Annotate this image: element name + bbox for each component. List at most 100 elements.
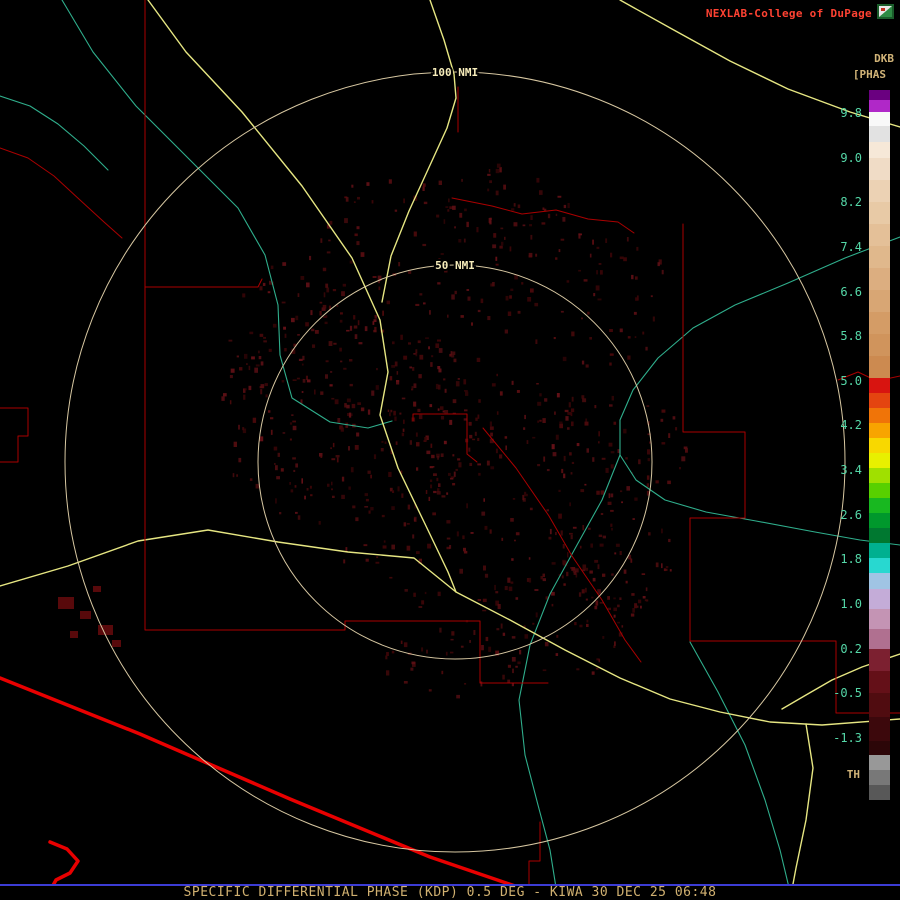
radar-echo [437,491,441,494]
radar-echo [407,546,411,551]
radar-echo [481,645,484,650]
colorbar-band [869,202,890,224]
radar-echo [490,218,492,220]
radar-echo [251,356,255,359]
radar-echo [505,586,508,590]
radar-echo [518,205,521,209]
radar-echo [613,598,616,600]
radar-echo [477,438,479,441]
radar-echo [601,513,603,515]
radar-echo [355,517,358,521]
radar-echo [577,443,580,446]
radar-echo [514,540,516,542]
radar-echo [404,681,408,684]
colorbar-band [869,609,890,629]
range-ring-label-100nmi: 100 NMI [432,66,478,79]
colorbar-tick: 0.2 [816,642,862,656]
radar-echo [339,348,342,352]
radar-echo [452,454,454,456]
radar-echo [599,263,602,265]
radar-echo [477,358,481,362]
radar-echo [325,322,328,324]
radar-echo [457,531,459,536]
attribution-text: NEXLAB-College of DuPage [706,7,872,20]
radar-echo [258,351,260,354]
radar-echo [564,456,566,461]
radar-echo [459,213,462,218]
radar-echo [373,330,376,332]
radar-echo [646,587,648,591]
radar-echo [512,381,514,385]
radar-echo [584,279,588,281]
radar-echo [436,478,438,481]
radar-echo [580,489,584,492]
radar-echo [307,488,309,491]
radar-echo [438,408,440,410]
radar-echo [594,405,596,408]
radar-echo [607,596,610,600]
radar-echo [645,347,647,351]
radar-echo [611,464,614,468]
radar-echo [425,592,427,594]
radar-echo [589,337,592,340]
radar-echo [310,494,312,496]
radar-echo [509,295,512,298]
attribution: NEXLAB-College of DuPage [706,7,872,20]
county-boundary-line [145,279,262,287]
radar-echo [490,529,492,533]
radar-echo [395,362,398,367]
radar-echo [451,351,453,355]
radar-echo [293,426,297,430]
radar-echo [424,202,428,204]
radar-echo [452,483,455,485]
radar-echo [681,456,685,461]
radar-echo [487,189,489,192]
radar-echo [472,439,475,441]
radar-echo [497,164,501,168]
radar-echo [574,572,577,575]
radar-echo [358,320,360,325]
radar-echo [343,284,346,287]
radar-echo [370,507,373,510]
radar-echo [556,635,558,638]
radar-echo [501,242,503,246]
radar-echo [571,332,574,337]
radar-echo [500,228,503,230]
radar-echo [430,362,432,367]
radar-echo [355,445,359,450]
radar-echo [419,559,422,562]
radar-echo-blob [58,597,74,609]
radar-echo [587,620,589,623]
radar-echo [468,448,470,452]
radar-echo [627,356,630,360]
radar-echo [243,429,246,434]
radar-echo [256,364,260,366]
radar-echo [511,558,513,561]
radar-echo [329,341,333,346]
colorbar-tick: 4.2 [816,418,862,432]
radar-echo [532,437,535,439]
radar-echo [444,219,446,224]
radar-echo [430,485,432,489]
radar-echo [309,256,311,260]
highway-line [0,530,900,725]
radar-echo [263,283,266,286]
radar-echo [623,257,627,261]
radar-echo [587,312,589,315]
radar-echo [425,337,429,339]
radar-echo [298,293,300,297]
colorbar-band [869,408,890,423]
radar-echo [246,363,248,365]
colorbar-band [869,126,890,142]
radar-echo [608,502,612,505]
radar-echo [578,270,581,272]
radar-echo [530,235,532,240]
radar-echo [400,335,403,340]
radar-echo [656,563,659,568]
radar-echo [596,601,599,606]
radar-echo [348,446,350,450]
radar-echo [376,368,378,370]
radar-echo [673,416,676,419]
radar-echo [475,418,477,421]
radar-echo [572,462,574,464]
